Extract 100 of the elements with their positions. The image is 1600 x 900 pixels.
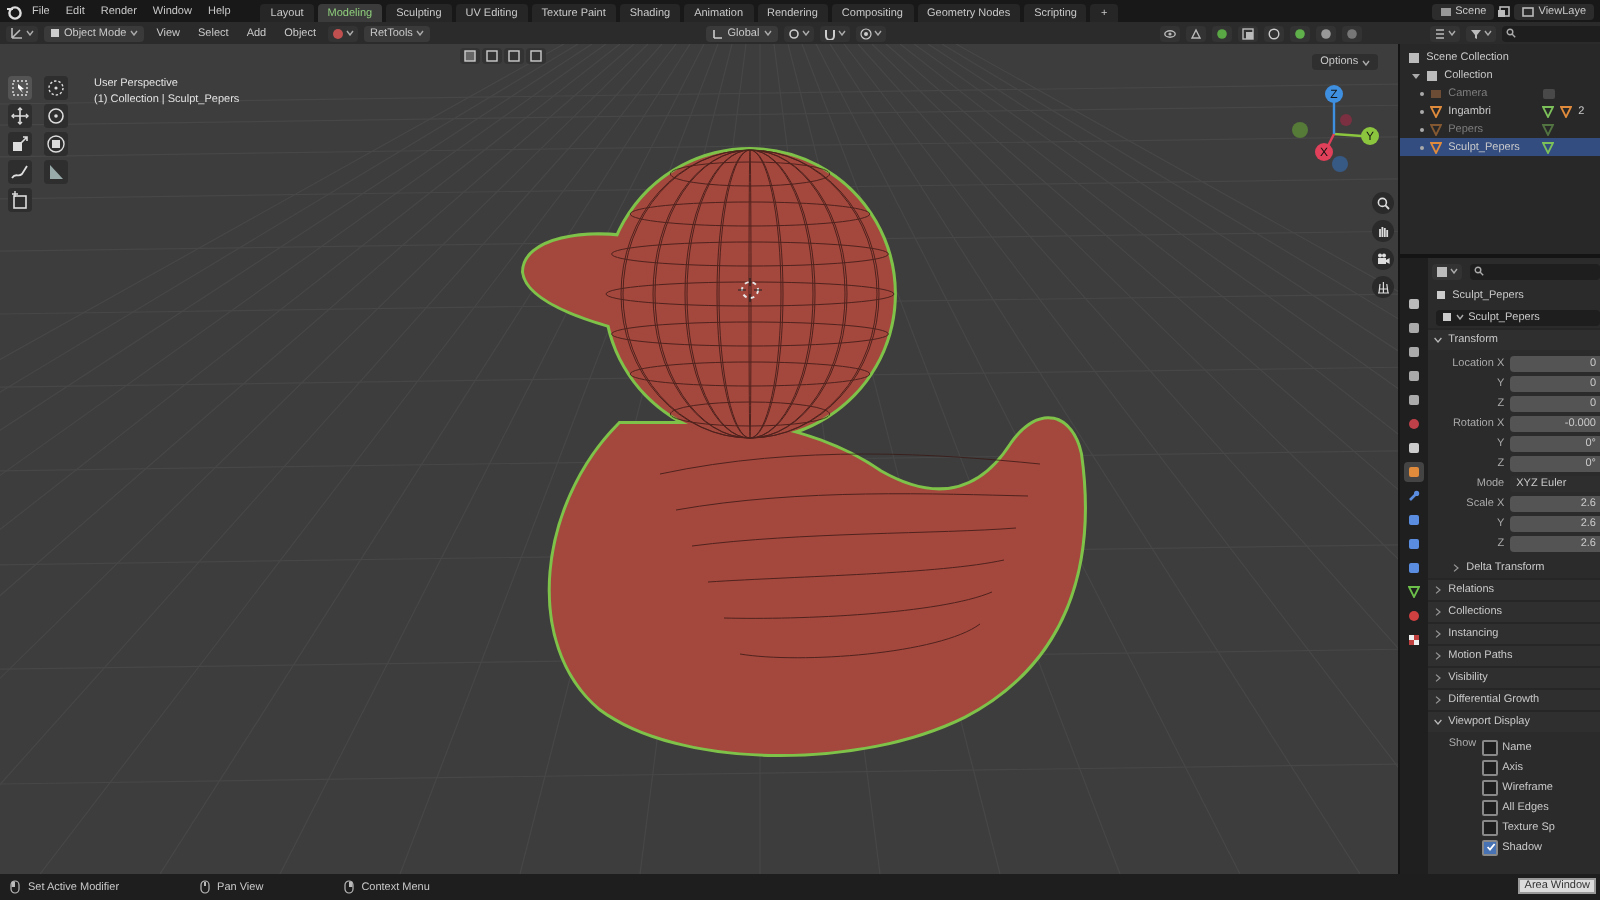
mouse-icon <box>199 880 210 894</box>
chevron-right-icon <box>1434 674 1443 682</box>
caret-icon <box>837 30 846 36</box>
square-icon <box>1408 466 1421 478</box>
caret-icon <box>416 30 425 36</box>
addon-icon-button[interactable] <box>328 25 359 41</box>
negative-y-axis-handle[interactable] <box>1292 122 1308 138</box>
caret-icon <box>1362 59 1371 65</box>
viewport-shading-button[interactable] <box>1212 25 1233 41</box>
z-axis-handle[interactable] <box>1325 85 1343 103</box>
checkbox[interactable] <box>1482 779 1499 795</box>
face-select-icon <box>508 50 520 62</box>
mouse-icon <box>10 880 20 894</box>
chevron-right-icon <box>1434 586 1443 594</box>
proportional-dropdown[interactable] <box>855 25 886 41</box>
properties-tab[interactable] <box>1404 630 1425 650</box>
triangle-icon <box>1560 105 1573 117</box>
caret-icon <box>26 30 34 36</box>
properties-tab[interactable] <box>1404 582 1425 602</box>
vertex-select-icon <box>464 50 476 62</box>
ruler-icon <box>46 162 66 182</box>
x-axis-handle[interactable] <box>1315 143 1333 161</box>
chevron-right-icon <box>1434 696 1443 704</box>
properties-tab[interactable] <box>1404 294 1425 314</box>
proportional-icon <box>859 27 872 39</box>
axes-icon <box>10 26 24 40</box>
checkbox[interactable] <box>1482 839 1499 855</box>
properties-tab[interactable] <box>1404 438 1425 458</box>
xray-icon <box>1242 27 1255 39</box>
triangle-icon <box>1408 586 1421 598</box>
axis-lines <box>1324 102 1363 151</box>
select-tool-button[interactable] <box>8 76 32 100</box>
checkbox[interactable] <box>1482 759 1499 775</box>
gizmo-icon <box>1190 27 1203 39</box>
view-navigation-button[interactable] <box>1372 248 1394 270</box>
3d-cursor-icon <box>737 277 763 303</box>
search-field[interactable] <box>1470 263 1600 279</box>
view-navigation-button[interactable] <box>1372 192 1394 214</box>
annotate-tool-button[interactable] <box>8 160 32 184</box>
zoom-icon <box>1376 196 1390 210</box>
properties-tab[interactable] <box>1404 366 1425 386</box>
viewport-shading-button[interactable] <box>1186 25 1207 41</box>
properties-tab[interactable] <box>1404 390 1425 410</box>
measure-tool-button[interactable] <box>44 160 68 184</box>
copy-icon <box>1498 5 1511 17</box>
box-select-icon <box>530 50 542 62</box>
checker-icon <box>1408 634 1421 646</box>
filter-icon <box>1470 27 1483 39</box>
chevron-right-icon <box>1434 608 1443 616</box>
pivot-icon <box>787 27 800 39</box>
snap-dropdown[interactable] <box>819 25 850 41</box>
select-box-icon <box>10 78 30 98</box>
checkmark-icon <box>1485 842 1496 852</box>
y-axis-handle[interactable] <box>1361 127 1379 145</box>
caret-icon <box>1448 30 1457 36</box>
move-tool-button[interactable] <box>8 104 32 128</box>
caret-icon <box>130 30 139 36</box>
chevron-right-icon <box>1452 563 1461 571</box>
filter-button[interactable] <box>1466 25 1497 41</box>
viewport-shading-button[interactable] <box>1160 25 1181 41</box>
viewport-shading-button[interactable] <box>1290 25 1311 41</box>
negative-z-axis-handle[interactable] <box>1332 156 1348 172</box>
viewport-shading-button[interactable] <box>1264 25 1285 41</box>
properties-tab[interactable] <box>1404 318 1425 338</box>
checkbox[interactable] <box>1482 819 1499 835</box>
expand-caret-icon <box>1412 71 1421 79</box>
checkbox[interactable] <box>1482 739 1499 755</box>
sphere-icon <box>332 27 345 39</box>
view-navigation-button[interactable] <box>1372 220 1394 242</box>
negative-x-axis-handle[interactable] <box>1340 114 1352 126</box>
list-icon <box>1434 27 1447 39</box>
hand-icon <box>1376 224 1390 238</box>
add-tool-button[interactable] <box>8 188 32 212</box>
move-icon <box>10 106 30 126</box>
scale-icon <box>10 134 30 154</box>
display-mode-button[interactable] <box>1430 25 1461 41</box>
caret-icon <box>1450 268 1459 274</box>
checkbox[interactable] <box>1482 799 1499 815</box>
eye-icon <box>1164 27 1177 39</box>
magnet-icon <box>823 27 836 39</box>
square-icon <box>1436 290 1447 300</box>
properties-tab[interactable] <box>1404 462 1425 482</box>
search-field[interactable] <box>1502 25 1600 41</box>
view-navigation-button[interactable] <box>1372 276 1394 298</box>
editor-type-button[interactable] <box>6 25 38 41</box>
viewport-shading-button[interactable] <box>1238 25 1259 41</box>
material-shading-icon <box>1320 27 1333 39</box>
cube-add-icon <box>10 190 30 210</box>
rotate-tool-button[interactable] <box>44 104 68 128</box>
cursor-tool-button[interactable] <box>44 76 68 100</box>
search-icon <box>1506 28 1517 38</box>
viewport-shading-button[interactable] <box>1316 25 1337 41</box>
editor-type-button[interactable] <box>1432 263 1463 279</box>
scale-tool-button[interactable] <box>8 132 32 156</box>
pivot-dropdown[interactable] <box>783 25 814 41</box>
rendered-shading-icon <box>1346 27 1359 39</box>
transform-icon <box>46 134 66 154</box>
orientation-icon <box>711 27 724 39</box>
properties-tab[interactable] <box>1404 342 1425 362</box>
transform-tool-button[interactable] <box>44 132 68 156</box>
